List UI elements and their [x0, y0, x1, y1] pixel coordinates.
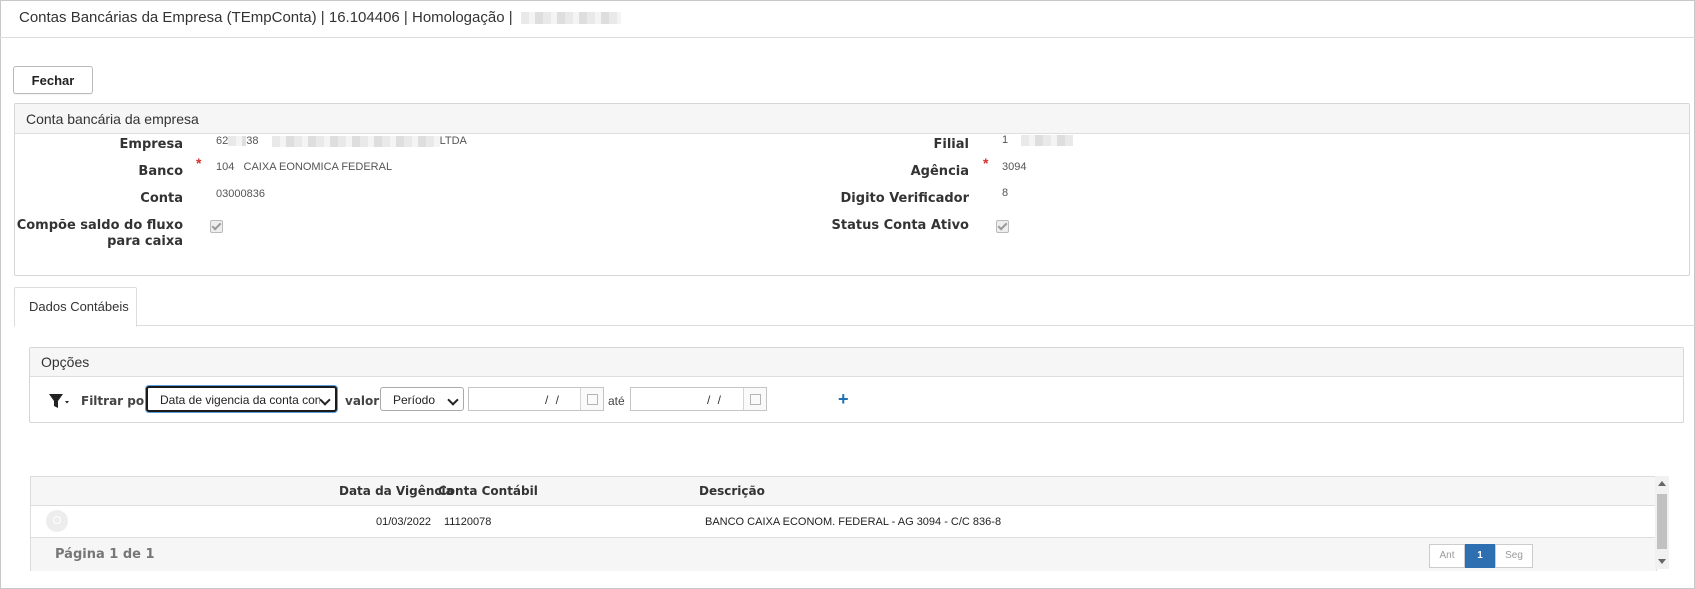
- tab-dados-contabeis[interactable]: Dados Contábeis: [14, 287, 137, 327]
- agencia-value: 3094: [1002, 161, 1027, 173]
- calendar-icon[interactable]: [743, 388, 766, 410]
- empresa-label: Empresa: [119, 137, 183, 152]
- account-panel-title: Conta bancária da empresa: [26, 111, 199, 127]
- options-panel-header: Opções: [30, 348, 1683, 377]
- filial-value: 1: [1002, 134, 1074, 146]
- window-title: Contas Bancárias da Empresa (TEmpConta) …: [19, 9, 621, 26]
- pager-prev-button[interactable]: Ant: [1429, 544, 1465, 568]
- filter-by-label: Filtrar por: [81, 394, 151, 408]
- scroll-thumb[interactable]: [1657, 494, 1667, 549]
- account-panel: Conta bancária da empresa: [14, 103, 1690, 276]
- column-header-conta-contabil[interactable]: Conta Contábil: [438, 484, 538, 498]
- cell-data-vigencia: 01/03/2022: [376, 516, 432, 528]
- tabs-divider: [136, 325, 1695, 326]
- filter-icon[interactable]: [48, 391, 72, 411]
- scroll-down-icon[interactable]: [1658, 559, 1666, 564]
- search-icon[interactable]: [46, 510, 68, 532]
- agencia-required-mark: *: [983, 155, 989, 171]
- filter-icon-graphic: [49, 394, 69, 408]
- compoe-saldo-label: Compõe saldo do fluxo para caixa: [16, 218, 183, 249]
- pager-next-button[interactable]: Seg: [1495, 544, 1533, 568]
- accounting-grid: Data da Vigência Conta Contábil Descriçã…: [30, 476, 1657, 571]
- banco-value: 104 CAIXA EONOMICA FEDERAL: [216, 161, 393, 173]
- compoe-saldo-checkbox[interactable]: [210, 220, 223, 233]
- column-header-descricao[interactable]: Descrição: [699, 484, 765, 498]
- digito-verificador-value: 8: [1002, 187, 1009, 199]
- value-label: valor: [345, 394, 380, 408]
- agencia-label: Agência: [910, 164, 969, 179]
- filial-label: Filial: [933, 137, 969, 152]
- redacted-empresa-code: [228, 136, 247, 147]
- scroll-up-icon[interactable]: [1658, 481, 1666, 486]
- redacted-empresa-name: [271, 135, 440, 147]
- filter-field-select[interactable]: Data de vigencia da conta cont: [146, 386, 337, 412]
- cell-descricao: BANCO CAIXA ECONOM. FEDERAL - AG 3094 - …: [705, 516, 1002, 528]
- grid-footer: Página 1 de 1 Ant 1 Seg: [31, 537, 1656, 571]
- status-conta-checkbox[interactable]: [996, 220, 1009, 233]
- empresa-value: 62 38 LTDA: [216, 135, 467, 147]
- grid-header: Data da Vigência Conta Contábil Descriçã…: [31, 477, 1656, 506]
- page-info: Página 1 de 1: [55, 547, 155, 562]
- chevron-down-icon: [447, 394, 459, 406]
- date-to-input[interactable]: / /: [630, 387, 767, 411]
- until-label: até: [608, 394, 625, 408]
- title-bar: Contas Bancárias da Empresa (TEmpConta) …: [0, 0, 1695, 38]
- value-mode-select[interactable]: Período: [380, 387, 464, 411]
- conta-label: Conta: [140, 191, 183, 206]
- account-panel-header: Conta bancária da empresa: [15, 104, 1689, 134]
- close-button[interactable]: Fechar: [13, 66, 93, 94]
- digito-verificador-label: Digito Verificador: [840, 191, 969, 206]
- status-conta-label: Status Conta Ativo: [831, 218, 969, 233]
- options-panel-title: Opções: [41, 354, 90, 370]
- redacted-environment: [520, 12, 621, 25]
- pager-current-page[interactable]: 1: [1465, 544, 1495, 568]
- banco-label: Banco: [138, 164, 183, 179]
- banco-required-mark: *: [196, 155, 202, 171]
- conta-value: 03000836: [216, 188, 265, 200]
- date-from-input[interactable]: / /: [468, 387, 604, 411]
- grid-scrollbar[interactable]: [1655, 476, 1669, 569]
- column-header-data-vigencia[interactable]: Data da Vigência: [339, 484, 454, 498]
- cell-conta-contabil: 11120078: [444, 516, 492, 528]
- add-filter-button[interactable]: +: [838, 389, 849, 410]
- calendar-icon[interactable]: [580, 388, 603, 410]
- redacted-filial-name: [1021, 134, 1074, 146]
- tab-label: Dados Contábeis: [29, 299, 129, 314]
- chevron-down-icon: [319, 394, 331, 406]
